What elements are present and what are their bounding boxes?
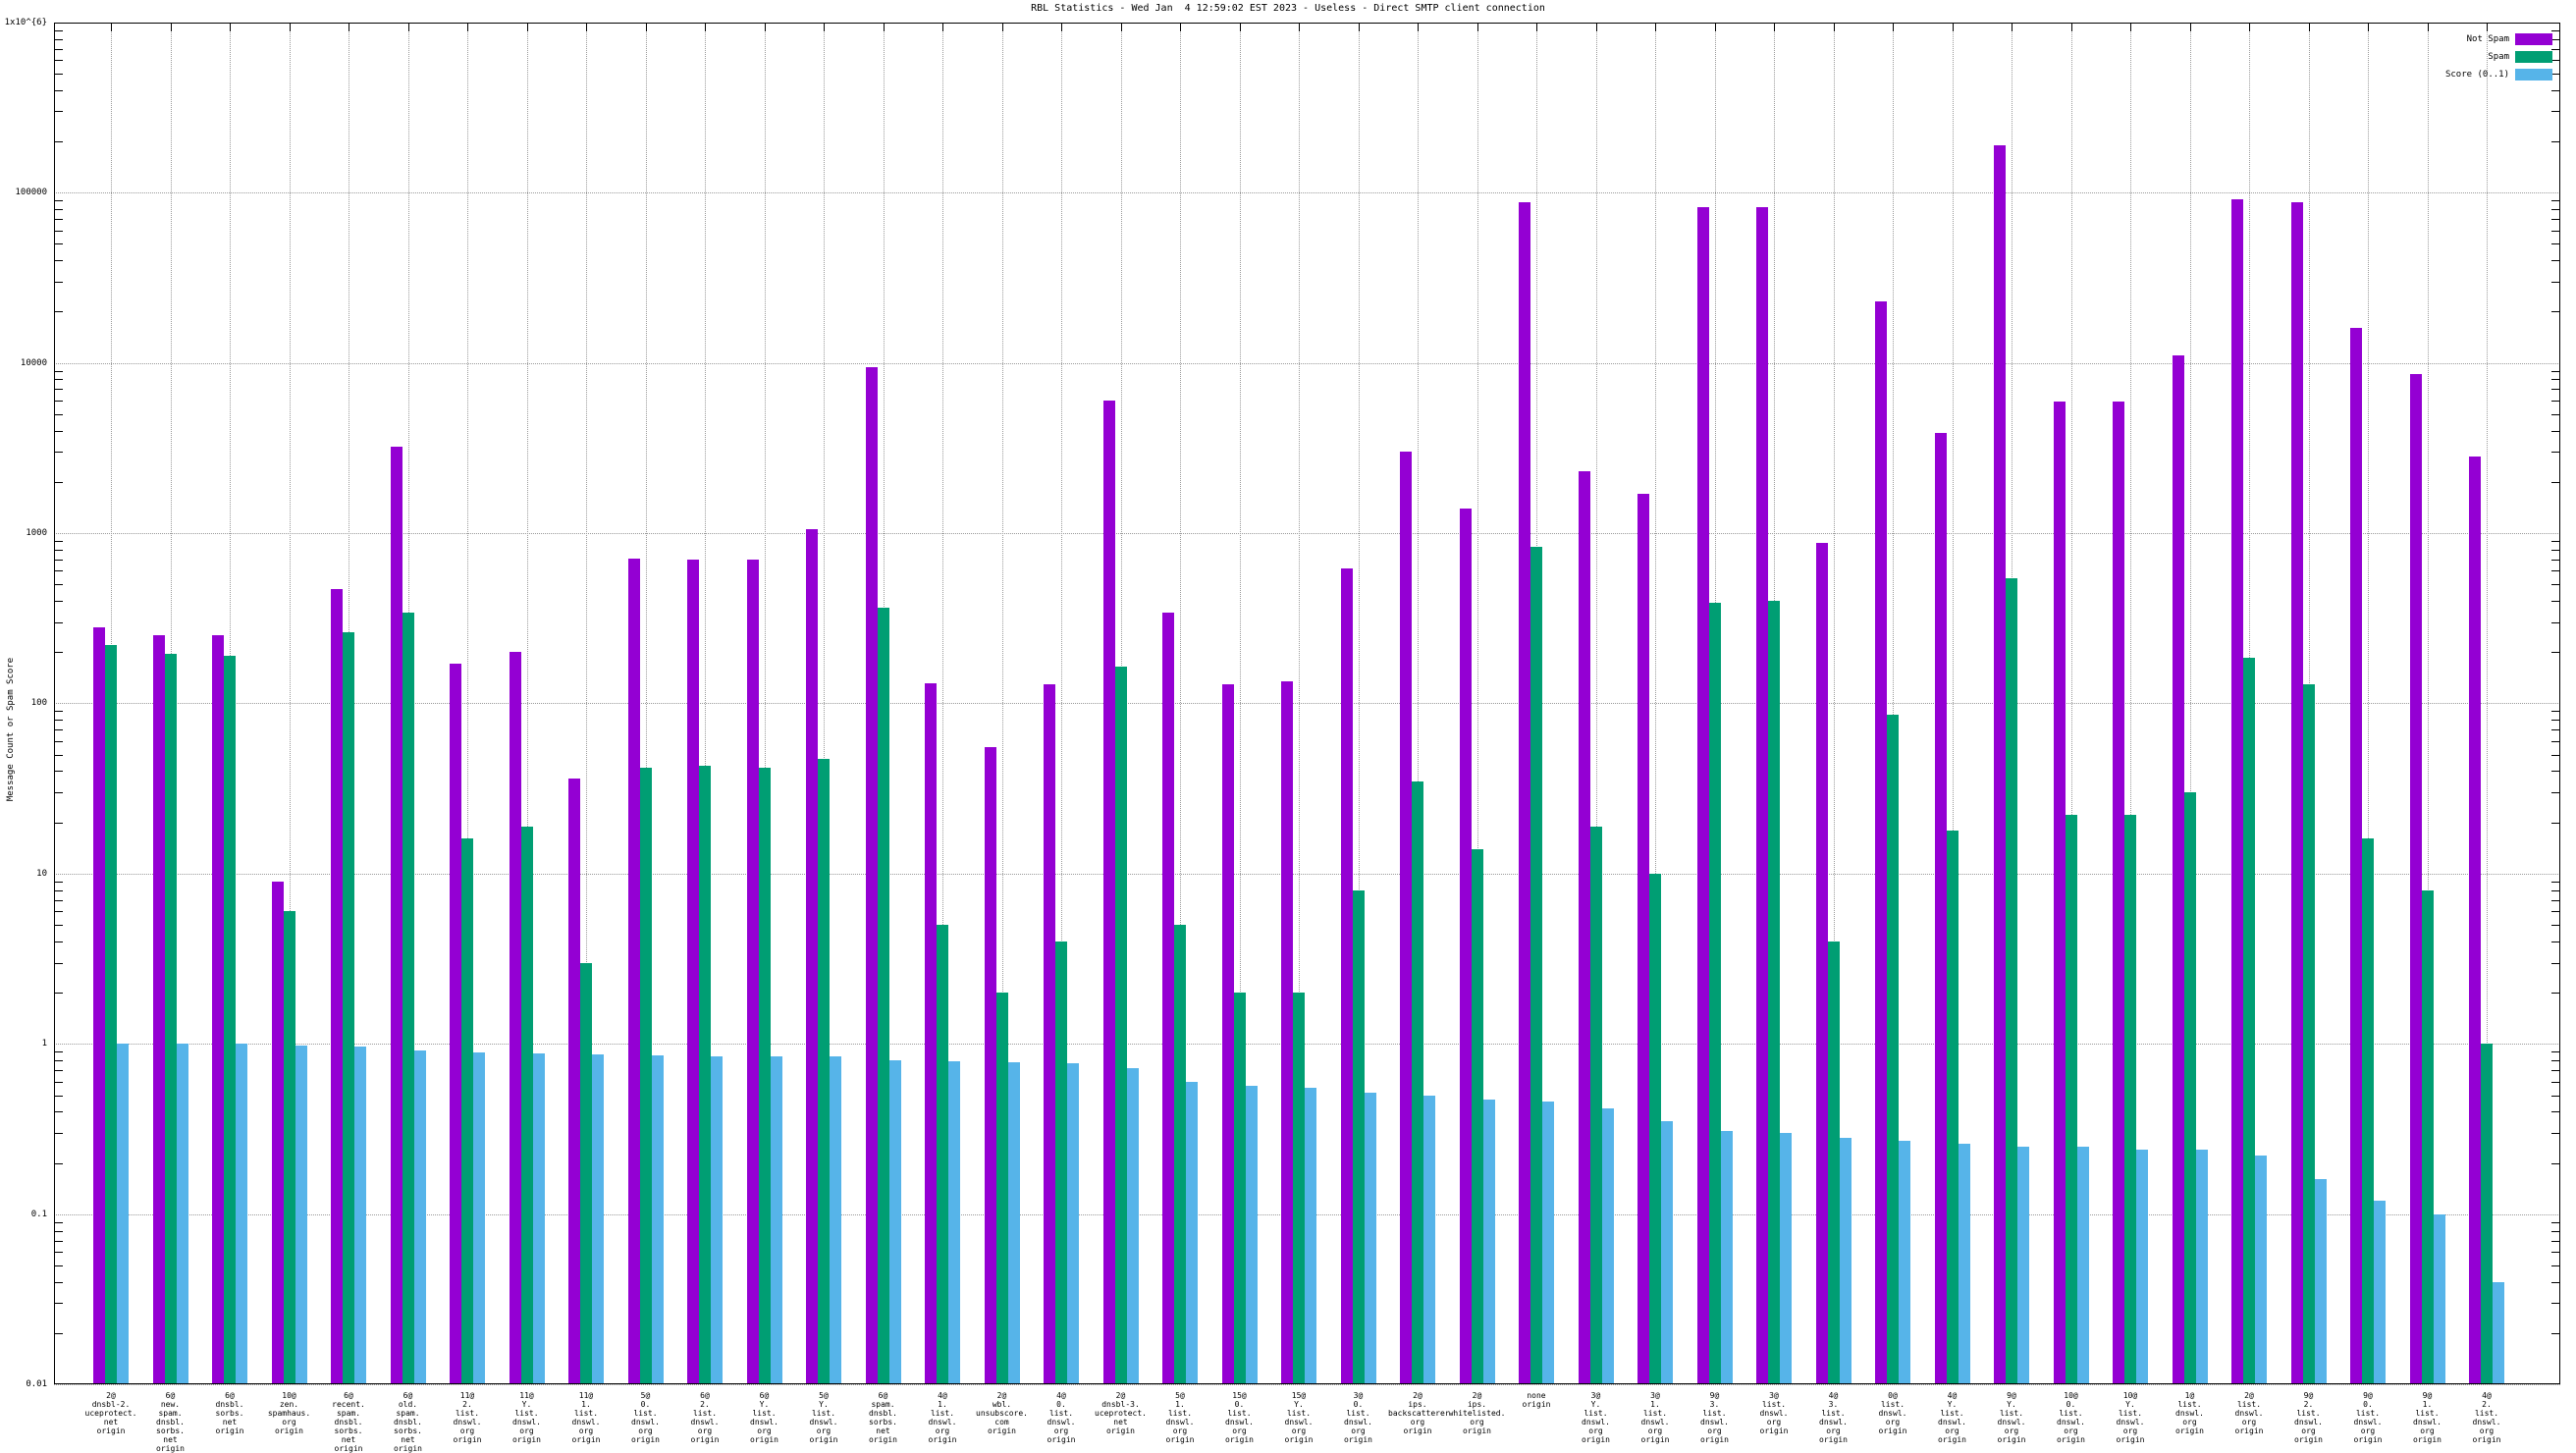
x-tick-label: 2@ dnsbl-3. uceprotect. net origin bbox=[1095, 1391, 1147, 1435]
x-tick-label: 11@ 1. list. dnswl. org origin bbox=[571, 1391, 601, 1444]
x-tick-label: 2@ wbl. unsubscore. com origin bbox=[976, 1391, 1028, 1435]
x-tick-label: 1@ list. dnswl. org origin bbox=[2175, 1391, 2204, 1435]
x-tick-label: 4@ 2. list. dnswl. org origin bbox=[2472, 1391, 2501, 1444]
x-tick-label: 5@ Y. list. dnswl. org origin bbox=[809, 1391, 838, 1444]
x-tick-label: 0@ list. dnswl. org origin bbox=[1878, 1391, 1907, 1435]
x-tick-label: 9@ 3. list. dnswl. org origin bbox=[1700, 1391, 1729, 1444]
legend: Not Spam Spam Score (0..1) bbox=[2445, 32, 2552, 85]
legend-label: Score (0..1) bbox=[2444, 69, 2509, 80]
chart-title: RBL Statistics - Wed Jan 4 12:59:02 EST … bbox=[1031, 3, 1545, 14]
y-axis-label: Message Count or Spam Score bbox=[6, 657, 16, 802]
y-tick-label: 0.1 bbox=[30, 1209, 47, 1219]
legend-swatch-spam bbox=[2515, 50, 2552, 63]
x-tick-label: 15@ 0. list. dnswl. org origin bbox=[1225, 1391, 1254, 1444]
x-tick-label: 3@ 1. list. dnswl. org origin bbox=[1640, 1391, 1670, 1444]
x-tick-label: 5@ 0. list. dnswl. org origin bbox=[631, 1391, 660, 1444]
legend-item-score: Score (0..1) bbox=[2445, 68, 2552, 81]
x-tick-label: 6@ new. spam. dnsbl. sorbs. net origin bbox=[156, 1391, 185, 1453]
x-tick-label: 9@ 2. list. dnswl. org origin bbox=[2294, 1391, 2323, 1444]
x-tick-label: 11@ 2. list. dnswl. org origin bbox=[453, 1391, 482, 1444]
x-tick-label: 10@ Y. list. dnswl. org origin bbox=[2116, 1391, 2145, 1444]
x-tick-label: 2@ ips. whitelisted. org origin bbox=[1448, 1391, 1506, 1435]
plot-frame bbox=[54, 23, 2560, 1384]
x-tick-label: 4@ 3. list. dnswl. org origin bbox=[1819, 1391, 1848, 1444]
x-tick-label: 2@ ips. backscatterer. org origin bbox=[1388, 1391, 1455, 1435]
legend-label: Spam bbox=[2488, 51, 2509, 62]
legend-swatch-not-spam bbox=[2515, 32, 2552, 45]
x-tick-label: 11@ Y. list. dnswl. org origin bbox=[512, 1391, 541, 1444]
x-tick-label: 6@ Y. list. dnswl. org origin bbox=[750, 1391, 778, 1444]
h-gridline bbox=[54, 1384, 2560, 1386]
y-tick-label: 100 bbox=[30, 698, 47, 709]
x-tick-label: 4@ 0. list. dnswl. org origin bbox=[1046, 1391, 1076, 1444]
y-tick-label: 1 bbox=[41, 1039, 47, 1049]
legend-item-spam: Spam bbox=[2445, 50, 2552, 63]
y-tick-label: 10000 bbox=[20, 357, 47, 368]
rbl-statistics-chart: RBL Statistics - Wed Jan 4 12:59:02 EST … bbox=[0, 0, 2576, 1453]
x-tick-label: 9@ Y. list. dnswl. org origin bbox=[1997, 1391, 2026, 1444]
x-tick-label: 3@ 0. list. dnswl. org origin bbox=[1344, 1391, 1372, 1444]
legend-swatch-score bbox=[2515, 68, 2552, 81]
legend-item-not-spam: Not Spam bbox=[2445, 32, 2552, 45]
x-tick-label: 6@ old. spam. dnsbl. sorbs. net origin bbox=[394, 1391, 422, 1453]
y-tick-label: 1x10^{6} bbox=[4, 17, 47, 27]
x-tick-label: 9@ 1. list. dnswl. org origin bbox=[2413, 1391, 2442, 1444]
x-tick-label: 9@ 0. list. dnswl. org origin bbox=[2353, 1391, 2383, 1444]
x-tick-label: 3@ list. dnswl. org origin bbox=[1759, 1391, 1789, 1435]
y-tick-label: 1000 bbox=[26, 528, 47, 538]
x-tick-label: 4@ 1. list. dnswl. org origin bbox=[928, 1391, 957, 1444]
x-tick-label: 5@ 1. list. dnswl. org origin bbox=[1165, 1391, 1195, 1444]
x-tick-label: 15@ Y. list. dnswl. org origin bbox=[1284, 1391, 1314, 1444]
x-tick-label: 10@ 0. list. dnswl. org origin bbox=[2057, 1391, 2085, 1444]
x-tick-label: 4@ Y. list. dnswl. org origin bbox=[1938, 1391, 1966, 1444]
y-tick-label: 100000 bbox=[15, 188, 47, 198]
x-tick-label: 2@ dnsbl-2. uceprotect. net origin bbox=[84, 1391, 137, 1435]
x-tick-label: 6@ spam. dnsbl. sorbs. net origin bbox=[869, 1391, 897, 1444]
x-tick-label: 3@ Y. list. dnswl. org origin bbox=[1582, 1391, 1610, 1444]
x-tick-label: 6@ recent. spam. dnsbl. sorbs. net origi… bbox=[332, 1391, 365, 1453]
x-tick-label: 2@ list. dnswl. org origin bbox=[2234, 1391, 2264, 1435]
legend-label: Not Spam bbox=[2466, 33, 2509, 44]
x-tick-label: 10@ zen. spamhaus. org origin bbox=[267, 1391, 311, 1435]
x-tick-label: none origin bbox=[1522, 1391, 1551, 1409]
x-tick-label: 6@ 2. list. dnswl. org origin bbox=[690, 1391, 720, 1444]
y-tick-label: 10 bbox=[36, 868, 47, 879]
y-tick-label: 0.01 bbox=[26, 1379, 47, 1390]
x-tick-label: 6@ dnsbl. sorbs. net origin bbox=[215, 1391, 244, 1435]
